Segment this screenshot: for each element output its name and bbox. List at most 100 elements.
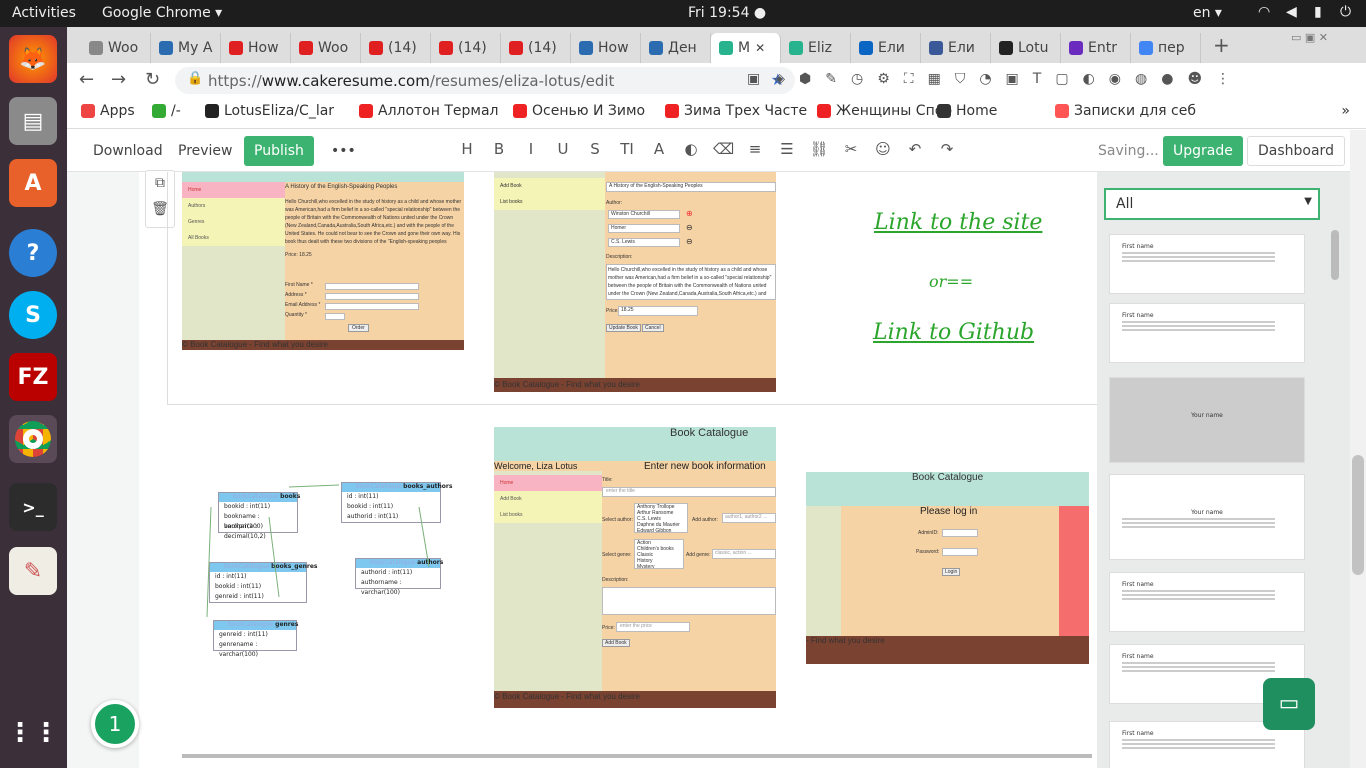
delete-icon[interactable]: 🗑 — [146, 201, 174, 217]
app-menu[interactable]: Google Chrome ▾ — [102, 5, 222, 21]
power-icon[interactable]: ⏻ — [1340, 4, 1351, 20]
bookmark-item[interactable]: Apps — [81, 103, 135, 119]
chat-notification-button[interactable]: 1 — [91, 700, 139, 748]
url-input[interactable]: 🔒 https://www.cakeresume.com/resumes/eli… — [175, 67, 795, 94]
browser-tab[interactable]: (14) — [501, 33, 571, 63]
browser-tab[interactable]: (14) — [431, 33, 501, 63]
skype-icon[interactable]: S — [9, 291, 57, 339]
browser-tab[interactable]: M ✕ — [711, 33, 781, 63]
extension-icon[interactable]: ✎ — [825, 71, 837, 87]
terminal-icon[interactable]: >_ — [9, 483, 57, 531]
language-indicator[interactable]: en ▾ — [1193, 5, 1222, 21]
italic-icon[interactable]: I — [521, 140, 541, 158]
chat-button[interactable]: ▭ — [1263, 678, 1315, 730]
browser-tab[interactable]: How — [221, 33, 291, 63]
show-apps-icon[interactable]: ⋮⋮ — [7, 709, 59, 757]
bookmark-item[interactable]: Женщины Спор — [817, 103, 952, 119]
extension-icon[interactable]: ▢ — [1055, 71, 1068, 87]
browser-tab[interactable]: Woo — [291, 33, 361, 63]
extension-icon[interactable]: ▣ — [1006, 71, 1019, 87]
template-card[interactable]: Your name — [1109, 377, 1305, 463]
template-card[interactable]: First name — [1109, 234, 1305, 294]
browser-tab[interactable]: Entr — [1061, 33, 1131, 63]
strikethrough-icon[interactable]: S — [585, 140, 605, 158]
copy-icon[interactable]: ⧉ — [146, 175, 174, 191]
download-button[interactable]: Download — [83, 136, 173, 166]
extension-icon[interactable]: ⛶ — [904, 71, 914, 87]
files-icon[interactable]: ▤ — [9, 97, 57, 145]
template-card[interactable]: First name — [1109, 303, 1305, 363]
preview-button[interactable]: Preview — [168, 136, 243, 166]
browser-tab[interactable]: Ели — [851, 33, 921, 63]
new-tab-button[interactable]: + — [1213, 33, 1230, 57]
battery-icon[interactable]: ▮ — [1314, 4, 1322, 20]
redo-icon[interactable]: ↷ — [937, 140, 957, 158]
bold-icon[interactable]: B — [489, 140, 509, 158]
bookmark-item[interactable]: LotusEliza/C_lar — [205, 103, 334, 119]
extension-icon[interactable]: ● — [1161, 71, 1173, 87]
bookmark-item[interactable]: Home — [937, 103, 997, 119]
highlight-icon[interactable]: ◐ — [681, 140, 701, 158]
link-to-site[interactable]: Link to the site — [874, 210, 1042, 235]
template-card[interactable]: First name — [1109, 572, 1305, 632]
extension-icon[interactable]: ⛉ — [955, 71, 966, 87]
extension-icon[interactable]: ◔ — [979, 71, 991, 87]
publish-button[interactable]: Publish — [244, 136, 314, 166]
extension-icon[interactable]: ⚙ — [877, 71, 890, 87]
more-options-button[interactable]: ••• — [321, 136, 366, 166]
extension-icon[interactable]: ◉ — [1109, 71, 1121, 87]
close-icon[interactable]: ✕ — [755, 41, 765, 55]
firefox-icon[interactable]: 🦊 — [9, 35, 57, 83]
bookmark-item[interactable]: /- — [152, 103, 181, 119]
wifi-icon[interactable]: ◠ — [1258, 4, 1270, 20]
side-scroll-thumb[interactable] — [1331, 230, 1339, 280]
undo-icon[interactable]: ↶ — [905, 140, 925, 158]
extension-icon[interactable]: ◈ — [774, 71, 785, 87]
volume-icon[interactable]: ◀ — [1286, 4, 1297, 20]
bookmark-item[interactable]: Аллотон Термал — [359, 103, 499, 119]
extension-icon[interactable]: ◐ — [1083, 71, 1095, 87]
window-controls[interactable]: ▭ ▣ ✕ — [1291, 31, 1328, 44]
back-icon[interactable]: ← — [79, 69, 94, 90]
link-to-github[interactable]: Link to Github — [873, 320, 1034, 345]
clock[interactable]: Fri 19:54 ● — [688, 5, 766, 21]
browser-tab[interactable]: Woo — [81, 33, 151, 63]
scrollbar-thumb[interactable] — [1352, 455, 1364, 575]
extension-icon[interactable]: ▦ — [928, 71, 941, 87]
bookmarks-more-icon[interactable]: » — [1341, 103, 1350, 119]
software-center-icon[interactable]: A — [9, 159, 57, 207]
clear-format-icon[interactable]: ⌫ — [713, 140, 734, 158]
extension-icon[interactable]: ◍ — [1135, 71, 1147, 87]
browser-tab[interactable]: пер — [1131, 33, 1201, 63]
page-scrollbar[interactable] — [1350, 130, 1366, 768]
browser-tab[interactable]: How — [571, 33, 641, 63]
activities-button[interactable]: Activities — [12, 5, 76, 21]
bookmark-item[interactable]: Осенью И Зимо — [513, 103, 645, 119]
chrome-icon[interactable] — [9, 415, 57, 463]
browser-tab[interactable]: Ден — [641, 33, 711, 63]
unlink-icon[interactable]: ✂ — [841, 140, 861, 158]
reload-icon[interactable]: ↻ — [145, 69, 160, 90]
template-filter-select[interactable]: All ▼ — [1104, 188, 1320, 220]
underline-icon[interactable]: U — [553, 140, 573, 158]
help-icon[interactable]: ? — [9, 229, 57, 277]
extension-icon[interactable]: T — [1033, 71, 1042, 87]
upgrade-button[interactable]: Upgrade — [1163, 136, 1243, 166]
list-icon[interactable]: ☰ — [777, 140, 797, 158]
dashboard-button[interactable]: Dashboard — [1247, 136, 1345, 166]
forward-icon[interactable]: → — [111, 69, 126, 90]
heading-icon[interactable]: H — [457, 140, 477, 158]
browser-tab[interactable]: Lotu — [991, 33, 1061, 63]
extension-icon[interactable]: ▣ — [747, 71, 760, 87]
menu-icon[interactable]: ⋮ — [1216, 71, 1230, 87]
bookmark-item[interactable]: Зима Трех Часте — [665, 103, 807, 119]
extension-icon[interactable]: ◷ — [851, 71, 863, 87]
font-color-icon[interactable]: A — [649, 140, 669, 158]
link-icon[interactable]: ⛓ — [809, 140, 829, 158]
browser-tab[interactable]: Eliz — [781, 33, 851, 63]
profile-avatar[interactable]: ☻ — [1187, 71, 1202, 87]
bookmark-item[interactable]: Записки для себ — [1055, 103, 1196, 119]
template-card[interactable]: Your name — [1109, 474, 1305, 560]
align-icon[interactable]: ≡ — [745, 140, 765, 158]
browser-tab[interactable]: Ели — [921, 33, 991, 63]
